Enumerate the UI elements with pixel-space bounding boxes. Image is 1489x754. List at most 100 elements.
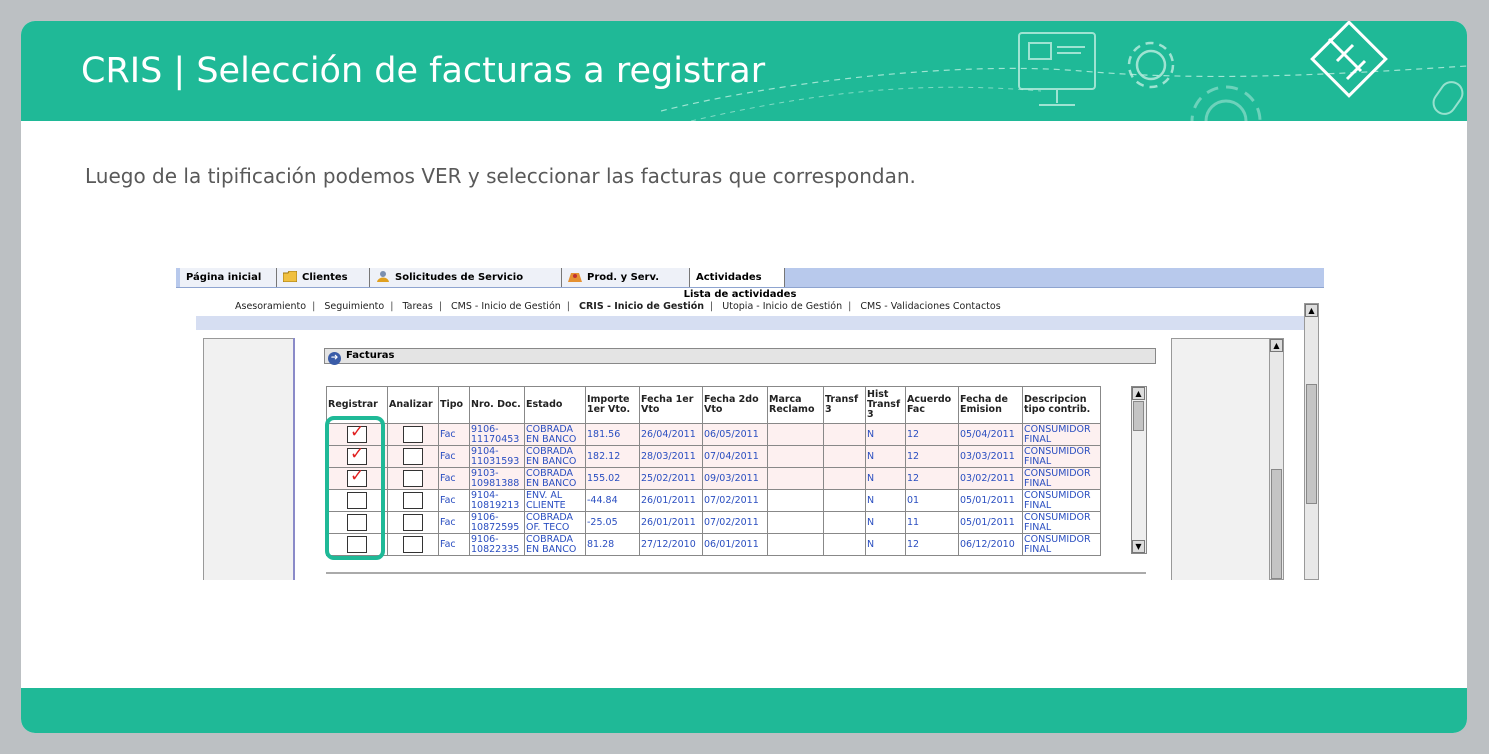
tab-prod-serv[interactable]: Prod. y Serv.	[562, 268, 690, 287]
cell-hist: N	[865, 467, 906, 490]
subtab-cms-validaciones[interactable]: CMS - Validaciones Contactos	[856, 301, 1004, 312]
cell-f1: 26/01/2011	[639, 511, 703, 534]
scroll-up-icon[interactable]: ▲	[1305, 304, 1318, 317]
cell-f2: 07/04/2011	[702, 445, 768, 468]
col-estado: Estado	[524, 386, 586, 424]
scroll-thumb[interactable]	[1271, 469, 1282, 579]
analizar-checkbox[interactable]	[403, 448, 423, 465]
table-row[interactable]: Fac 9106-10872595 COBRADA OF. TECO -25.05 26…	[326, 511, 1101, 534]
frame-scrollbar[interactable]: ▲	[1269, 338, 1284, 580]
cell-importe: 81.28	[585, 533, 640, 556]
cell-nro[interactable]: 9103-10981388	[469, 467, 525, 490]
folder-icon	[282, 270, 298, 283]
subtab-cris-inicio[interactable]: CRIS - Inicio de Gestión	[575, 301, 708, 312]
cell-tipo: Fac	[438, 511, 470, 534]
cell-marca	[767, 533, 824, 556]
subtab-utopia-inicio[interactable]: Utopia - Inicio de Gestión	[718, 301, 846, 312]
outer-scrollbar[interactable]: ▲	[1304, 303, 1319, 580]
cell-tipo: Fac	[438, 423, 470, 446]
cell-transf	[823, 533, 866, 556]
app-screenshot: Página inicial Clientes Solicitudes de S…	[176, 268, 1324, 580]
analizar-checkbox[interactable]	[403, 470, 423, 487]
cell-nro[interactable]: 9104-10819213	[469, 489, 525, 512]
subtab-cms-inicio[interactable]: CMS - Inicio de Gestión	[447, 301, 565, 312]
cell-tipo: Fac	[438, 489, 470, 512]
analizar-cell	[387, 445, 439, 468]
analizar-cell	[387, 533, 439, 556]
cell-nro[interactable]: 9106-10872595	[469, 511, 525, 534]
cell-nro[interactable]: 9106-10822335	[469, 533, 525, 556]
scroll-thumb[interactable]	[1133, 401, 1144, 431]
analizar-checkbox[interactable]	[403, 514, 423, 531]
tab-actividades[interactable]: Actividades	[690, 268, 785, 287]
subtab-seguimiento[interactable]: Seguimiento	[320, 301, 388, 312]
analizar-checkbox[interactable]	[403, 426, 423, 443]
cell-desc: CONSUMIDOR FINAL	[1022, 511, 1101, 534]
col-transf: Transf 3	[823, 386, 866, 424]
table-row[interactable]: Fac 9106-10822335 COBRADA EN BANCO 81.28 27/…	[326, 533, 1101, 556]
slide: CRIS | Selección de facturas a registrar	[21, 21, 1467, 733]
list-title: Lista de actividades	[683, 289, 797, 300]
analizar-cell	[387, 467, 439, 490]
cell-nro[interactable]: 9106-11170453	[469, 423, 525, 446]
table-header-row: Registrar Analizar Tipo Nro. Doc. Estado…	[326, 386, 1101, 424]
cell-f1: 28/03/2011	[639, 445, 703, 468]
table-scrollbar[interactable]: ▲ ▼	[1131, 386, 1147, 554]
divider	[326, 572, 1146, 574]
cell-acuerdo: 12	[905, 467, 959, 490]
separator: |	[390, 301, 394, 312]
table-row[interactable]: ✓ Fac 9106-11170453 COBRADA EN BANCO 181.56 2…	[326, 423, 1101, 446]
left-frame	[203, 338, 295, 580]
tab-label: Solicitudes de Servicio	[395, 272, 524, 283]
tab-label: Clientes	[302, 272, 348, 283]
cell-transf	[823, 511, 866, 534]
products-icon	[568, 270, 582, 282]
cell-estado: COBRADA EN BANCO	[524, 533, 586, 556]
subtab-tareas[interactable]: Tareas	[398, 301, 436, 312]
tab-clientes[interactable]: Clientes	[277, 268, 370, 287]
mouse-icon	[1432, 81, 1464, 115]
cell-transf	[823, 489, 866, 512]
cell-desc: CONSUMIDOR FINAL	[1022, 445, 1101, 468]
cell-importe: 181.56	[585, 423, 640, 446]
scroll-down-icon[interactable]: ▼	[1132, 540, 1145, 553]
cell-hist: N	[865, 423, 906, 446]
cell-nro[interactable]: 9104-11031593	[469, 445, 525, 468]
table-row[interactable]: Fac 9104-10819213 ENV. AL CLIENTE -44.84 26/…	[326, 489, 1101, 512]
scroll-up-icon[interactable]: ▲	[1132, 387, 1145, 400]
cell-desc: CONSUMIDOR FINAL	[1022, 423, 1101, 446]
cell-estado: COBRADA EN BANCO	[524, 467, 586, 490]
cell-transf	[823, 467, 866, 490]
scroll-up-icon[interactable]: ▲	[1270, 339, 1283, 352]
main-tabs: Página inicial Clientes Solicitudes de S…	[176, 268, 1324, 288]
invoices-table-wrap: Registrar Analizar Tipo Nro. Doc. Estado…	[326, 386, 1148, 556]
separator: |	[566, 301, 570, 312]
tab-label: Prod. y Serv.	[587, 272, 659, 283]
analizar-checkbox[interactable]	[403, 492, 423, 509]
cell-hist: N	[865, 489, 906, 512]
col-fecha-2do-vto: Fecha 2do Vto	[702, 386, 768, 424]
analizar-checkbox[interactable]	[403, 536, 423, 553]
cell-emision: 03/02/2011	[958, 467, 1023, 490]
cell-marca	[767, 467, 824, 490]
cell-acuerdo: 01	[905, 489, 959, 512]
cell-f2: 06/05/2011	[702, 423, 768, 446]
user-icon	[376, 270, 390, 282]
tab-pagina-inicial[interactable]: Página inicial	[180, 268, 277, 287]
table-row[interactable]: ✓ Fac 9104-11031593 COBRADA EN BANCO 182.12 2…	[326, 445, 1101, 468]
separator: |	[710, 301, 714, 312]
col-acuerdo: Acuerdo Fac	[905, 386, 959, 424]
scroll-thumb[interactable]	[1306, 384, 1317, 504]
cell-f1: 27/12/2010	[639, 533, 703, 556]
cell-emision: 06/12/2010	[958, 533, 1023, 556]
subtab-asesoramiento[interactable]: Asesoramiento	[231, 301, 310, 312]
analizar-cell	[387, 489, 439, 512]
cell-importe: -25.05	[585, 511, 640, 534]
analizar-cell	[387, 511, 439, 534]
table-row[interactable]: ✓ Fac 9103-10981388 COBRADA EN BANCO 155.02 2…	[326, 467, 1101, 490]
cell-emision: 05/04/2011	[958, 423, 1023, 446]
expand-arrow-icon[interactable]: ➜	[328, 352, 341, 365]
tab-solicitudes[interactable]: Solicitudes de Servicio	[370, 268, 562, 287]
facturas-section-header[interactable]: ➜ Facturas	[324, 348, 1156, 365]
cell-acuerdo: 12	[905, 423, 959, 446]
